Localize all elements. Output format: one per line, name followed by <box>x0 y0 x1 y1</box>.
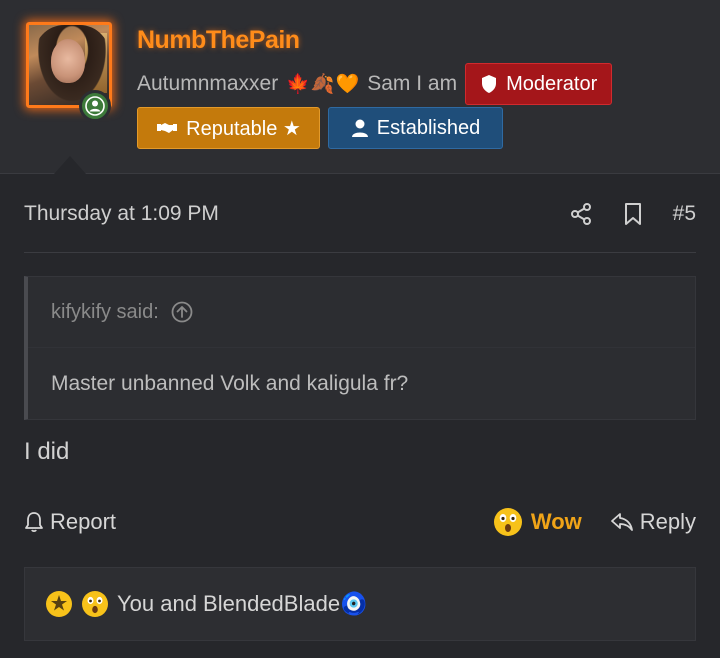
user-signature: Sam I am <box>367 72 458 95</box>
post-date[interactable]: Thursday at 1:09 PM <box>24 202 219 226</box>
report-button[interactable]: Report <box>24 509 116 535</box>
shield-icon <box>482 75 497 93</box>
reactions-bar[interactable]: You and BlendedBlade🧿 <box>24 567 696 641</box>
user-title: Autumnmaxxer <box>137 72 279 95</box>
meta-divider <box>24 252 696 253</box>
maple-leaf-emoji: 🍁 <box>286 73 310 95</box>
orange-heart-emoji: 🧡 <box>335 73 360 95</box>
user-icon <box>351 119 368 137</box>
bookmark-icon[interactable] <box>623 202 643 226</box>
quote-text: Master unbanned Volk and kaligula fr? <box>51 372 409 395</box>
astonished-face-icon <box>493 508 522 536</box>
reply-icon <box>610 513 633 531</box>
reputable-badge: Reputable ★ <box>137 107 320 149</box>
handshake-icon <box>157 123 178 133</box>
bell-icon <box>25 512 43 533</box>
post-pointer-arrow <box>54 156 86 174</box>
quote-author[interactable]: kifykify said: <box>51 301 159 324</box>
quote-header: kifykify said: <box>28 277 695 348</box>
moderator-badge: Moderator <box>465 63 613 105</box>
fallen-leaf-emoji: 🍂 <box>310 73 335 95</box>
badge-row: Reputable ★ Established <box>137 107 503 149</box>
established-badge-label: Established <box>376 116 481 139</box>
star-struck-icon <box>45 590 73 618</box>
reputable-badge-label: Reputable ★ <box>186 117 301 140</box>
established-badge: Established <box>328 107 503 149</box>
post-container: Thursday at 1:09 PM #5 kifykify said: Ma… <box>0 174 720 658</box>
reactions-summary[interactable]: You and BlendedBlade🧿 <box>117 591 367 617</box>
wow-reaction-button[interactable]: Wow <box>493 507 582 537</box>
post-meta-actions: #5 <box>569 202 696 226</box>
reply-label: Reply <box>639 509 696 534</box>
post-number-link[interactable]: #5 <box>673 202 696 226</box>
reply-button[interactable]: Reply <box>610 509 696 535</box>
right-actions: Wow Reply <box>493 507 696 537</box>
user-title-row: Autumnmaxxer 🍁 🍂 🧡 Sam I am Moderator <box>137 63 613 105</box>
user-info-block: NumbThePain Autumnmaxxer 🍁 🍂 🧡 Sam I am … <box>0 0 720 174</box>
moderator-badge-label: Moderator <box>506 72 598 95</box>
quote-block: kifykify said: Master unbanned Volk and … <box>24 276 696 420</box>
title-emojis: 🍁 🍂 🧡 <box>286 75 359 94</box>
share-icon[interactable] <box>569 202 593 226</box>
report-label: Report <box>50 509 117 534</box>
avatar-face <box>51 39 85 83</box>
post-actions: Report Wow Reply <box>24 504 696 540</box>
wow-label: Wow <box>530 509 582 534</box>
post-meta: Thursday at 1:09 PM #5 <box>24 196 696 232</box>
post-message: I did <box>24 438 70 465</box>
astonished-face-small-icon <box>81 590 109 618</box>
online-status-icon <box>79 90 111 122</box>
username[interactable]: NumbThePain <box>137 26 300 55</box>
arrow-up-circle-icon[interactable] <box>171 301 193 323</box>
